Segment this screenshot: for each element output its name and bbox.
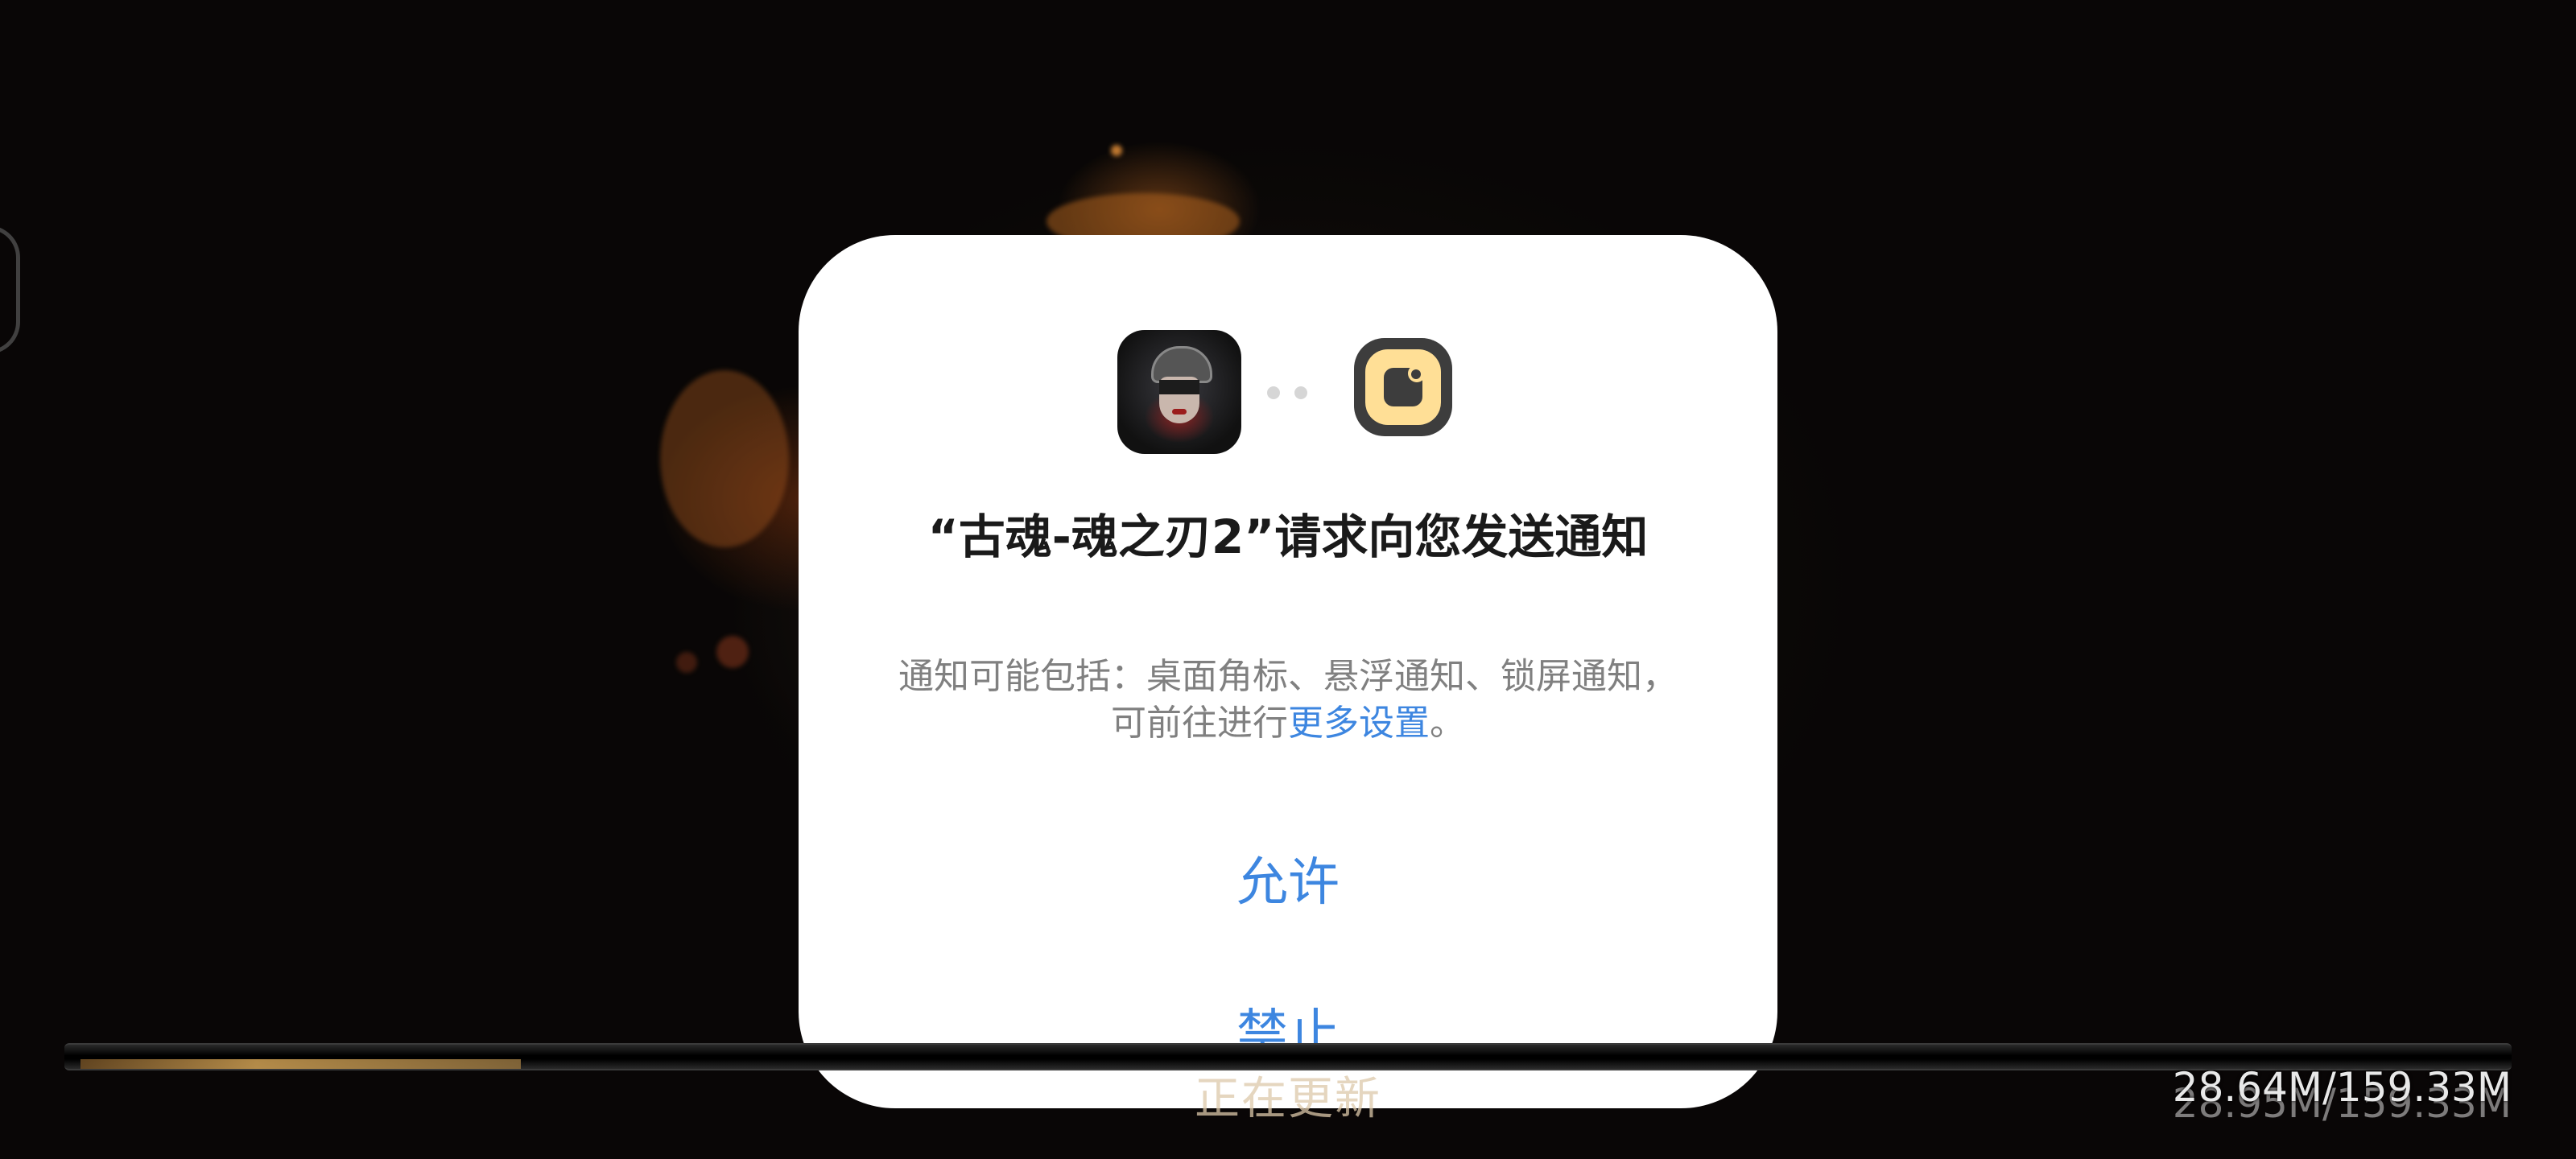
description-suffix: 。	[1430, 703, 1465, 744]
connector-dots-icon	[1267, 386, 1311, 399]
notification-permission-dialog: “古魂-魂之刃2”请求向您发送通知 通知可能包括：桌面角标、悬浮通知、锁屏通知，…	[799, 235, 1777, 1108]
dialog-description: 通知可能包括：桌面角标、悬浮通知、锁屏通知，可前往进行更多设置。	[895, 654, 1681, 747]
dialog-title: “古魂-魂之刃2”请求向您发送通知	[927, 509, 1649, 564]
notification-bell-icon	[1354, 338, 1452, 436]
update-status-text: 正在更新	[1195, 1073, 1381, 1125]
allow-button[interactable]: 允许	[799, 847, 1777, 919]
download-size-text: 28.64M/159.33M	[2172, 1064, 2512, 1111]
update-progress-fill	[80, 1059, 521, 1069]
more-settings-link[interactable]: 更多设置	[1288, 703, 1430, 744]
dialog-icon-row	[799, 330, 1777, 456]
screen: “古魂-魂之刃2”请求向您发送通知 通知可能包括：桌面角标、悬浮通知、锁屏通知，…	[0, 0, 2576, 1159]
game-app-icon	[1117, 330, 1241, 454]
